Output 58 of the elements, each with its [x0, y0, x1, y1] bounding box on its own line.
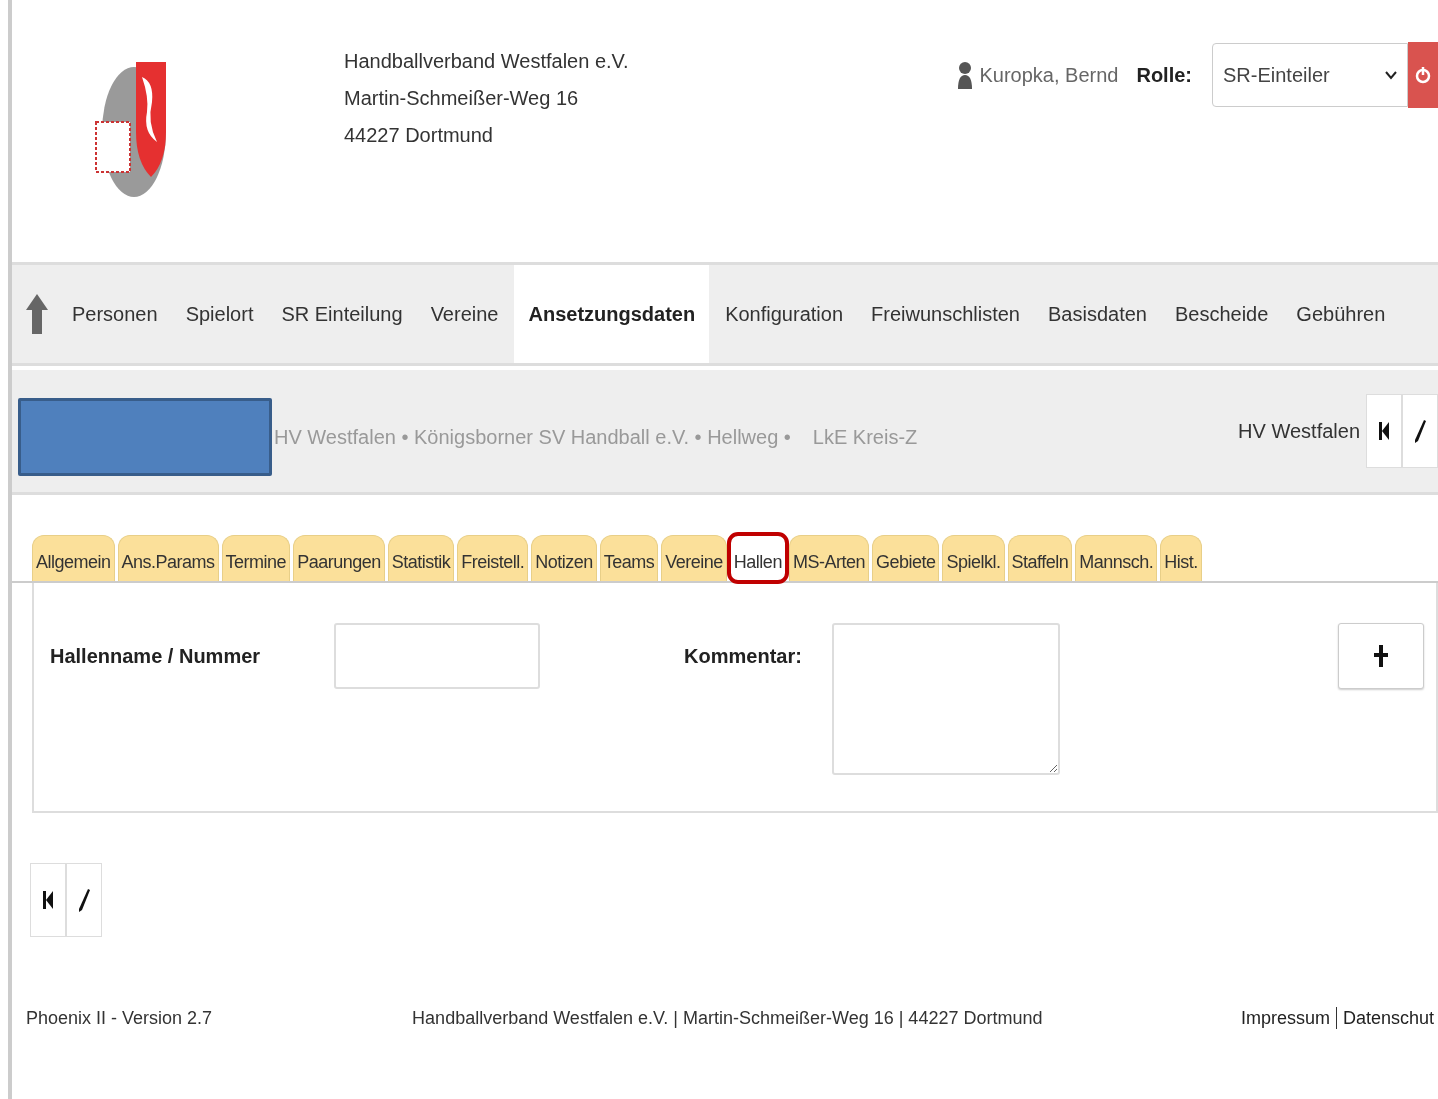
role-select[interactable]: SR-Einteiler [1212, 43, 1408, 107]
field-label: Hallenname / Nummer [50, 645, 261, 668]
tab[interactable]: Termine [221, 535, 291, 581]
tab[interactable]: Paarungen [293, 535, 385, 581]
chevron-icon [1385, 70, 1397, 80]
tab[interactable]: Vereine [661, 535, 727, 581]
edit-button[interactable] [66, 863, 102, 937]
footer-address: Handballverband Westfalen e.V. | Martin-Schmeißer-Weg 16 | 44227 Dortmund [412, 1007, 1043, 1029]
tab[interactable]: Allgemein [32, 535, 115, 581]
plus-icon [1374, 645, 1388, 667]
nav-tab[interactable]: Spielort [171, 265, 268, 363]
pencil-icon [78, 888, 90, 912]
skip-first-icon [1379, 420, 1389, 442]
home-icon[interactable] [26, 294, 48, 334]
footer-link[interactable]: Datenschut [1342, 1007, 1434, 1029]
tab[interactable]: Mannsch. [1075, 535, 1158, 581]
tab[interactable]: Teams [599, 535, 659, 581]
tab[interactable]: Hist. [1160, 535, 1202, 581]
context-label: HV Westfalen [1238, 419, 1360, 443]
breadcrumb-path: HV Westfalen • Königsborner SV Handball e.V. • Hellweg • [274, 425, 791, 449]
tab[interactable]: Notizen [531, 535, 597, 581]
tab[interactable]: Statistik [387, 535, 455, 581]
footer-link[interactable]: Impressum [1240, 1007, 1330, 1029]
field-label: Kommentar: [684, 645, 802, 668]
nav-tab[interactable]: Gebühren [1282, 265, 1400, 363]
nav-tab[interactable]: Konfiguration [711, 265, 858, 363]
edit-button[interactable] [1402, 394, 1438, 468]
address-line: Martin-Schmeißer-Weg 16 [344, 87, 580, 110]
nav-tab[interactable]: Personen [58, 265, 172, 363]
address-line: Handballverband Westfalen e.V. [344, 50, 629, 73]
nav-tab[interactable]: Basisdaten [1034, 265, 1161, 363]
pencil-icon [1414, 419, 1426, 443]
tab[interactable]: Ans.Params [117, 535, 219, 581]
tab[interactable]: Spielkl. [942, 535, 1005, 581]
nav-tab[interactable]: SR Einteilung [267, 265, 417, 363]
tab[interactable]: Freistell. [457, 535, 529, 581]
logout-button[interactable] [1408, 42, 1438, 108]
nav-tab[interactable]: Ansetzungsdaten [514, 265, 710, 363]
first-button[interactable] [30, 863, 66, 937]
comment-field[interactable] [831, 623, 1060, 775]
user-icon [957, 61, 974, 89]
version-text: Phoenix II - Version 2.7 [26, 1007, 213, 1029]
address-line: 44227 Dortmund [344, 124, 494, 147]
role-label: Rolle: [1136, 63, 1192, 87]
tab[interactable]: Gebiete [871, 535, 940, 581]
breadcrumb-item: LkE Kreis-Z [812, 425, 918, 449]
nav-tab[interactable]: Vereine [416, 265, 513, 363]
tab[interactable]: MS-Arten [788, 535, 869, 581]
nav-tab[interactable]: Freiwunschlisten [857, 265, 1034, 363]
add-button[interactable] [1338, 623, 1424, 689]
first-button[interactable] [1366, 394, 1402, 468]
nav-tab[interactable]: Bescheide [1160, 265, 1283, 363]
tab[interactable]: Staffeln [1007, 535, 1073, 581]
tab[interactable]: Hallen [729, 535, 786, 581]
input-field[interactable] [334, 623, 541, 689]
power-icon [1415, 65, 1431, 85]
user-name: Kuropka, Bernd [979, 63, 1119, 87]
skip-first-icon [43, 889, 53, 911]
